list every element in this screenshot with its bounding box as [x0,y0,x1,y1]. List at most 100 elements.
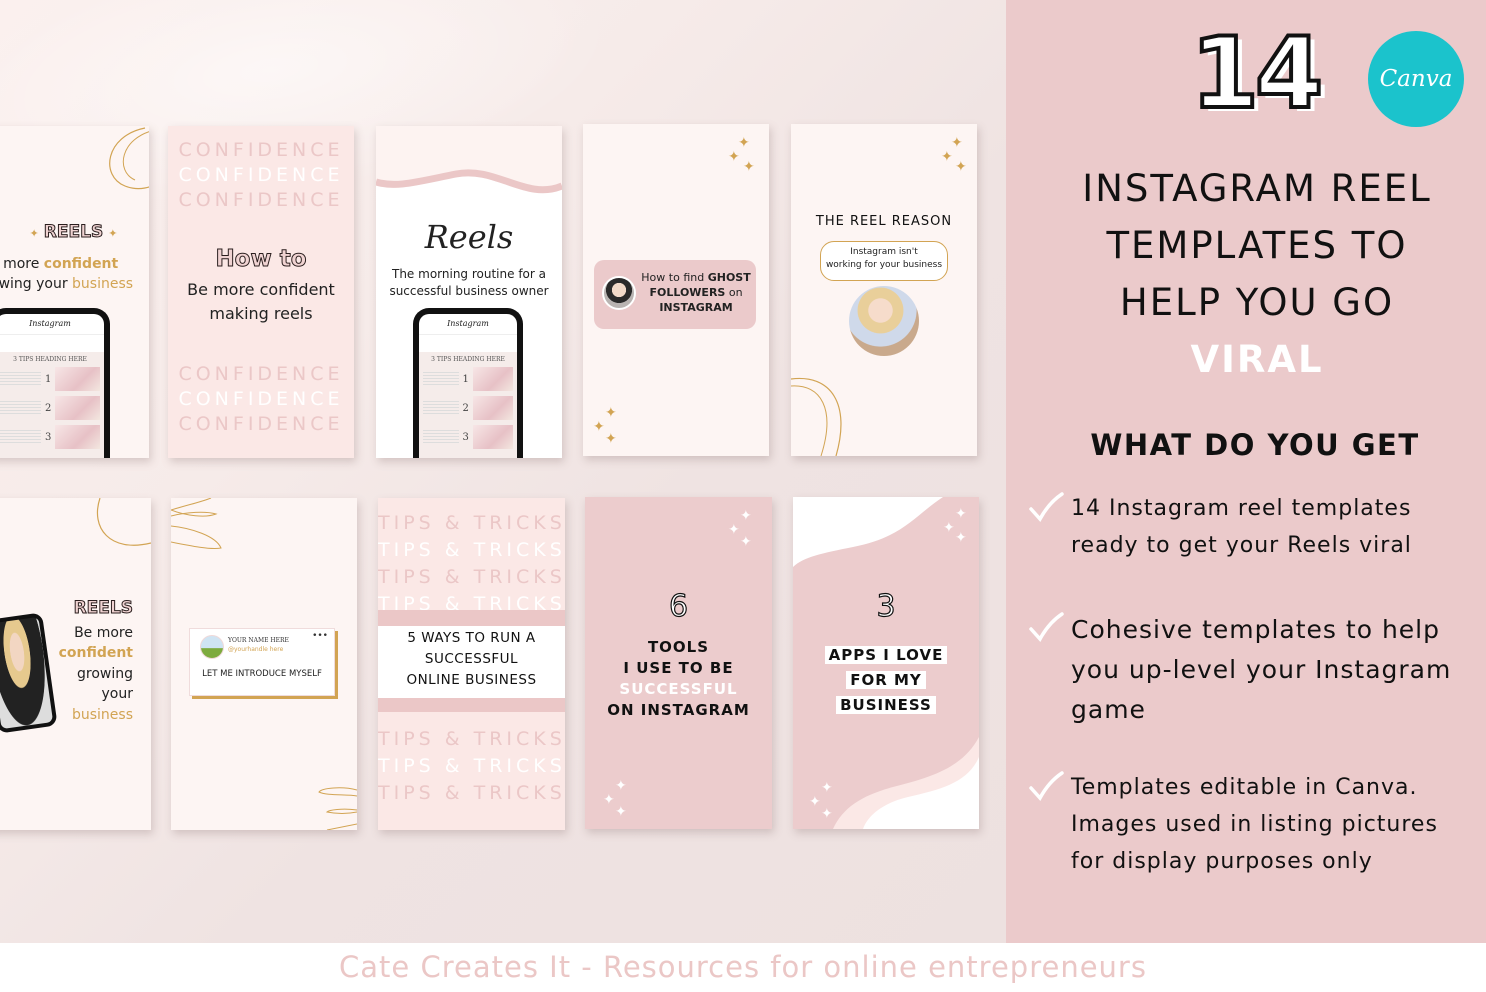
more-options-icon: ••• [312,631,328,641]
template-text-emphasis: business [72,276,134,292]
template-card-ghost-followers[interactable]: ✦ ✦ ✦ How to find GHOST FOLLOWERS on INS… [583,124,769,456]
template-text: BUSINESS [836,696,936,714]
template-card-reels-growing[interactable]: REELS Be more confident growing your bus… [0,498,151,830]
repeat-word: CONFIDENCE [178,164,344,186]
speech-bubble: Instagram isn't working for your busines… [820,241,948,281]
canva-logo-icon: Canva [1368,31,1464,127]
repeat-word: TIPS & TRICKS [378,755,565,777]
template-card-three-apps[interactable]: ✦ ✦ ✦ 3 APPS I LOVE FOR MY BUSINESS ✦ ✦ … [793,497,979,829]
reels-title: REELS [73,598,133,619]
sparkle-icon: ✦ [29,227,39,240]
repeat-word: TIPS & TRICKS [378,782,565,804]
template-text: your [101,686,133,702]
sparkle-icon: ✦ [943,520,955,536]
template-preview-area: ✦ REELS ✦ e more confident owing your bu… [0,0,1006,943]
checkmark-icon [1029,612,1064,642]
phone-mockup: Instagram 3 TIPS HEADING HERE 1 2 3 [413,308,523,458]
feature-text: game [1071,695,1146,724]
template-card-morning-routine[interactable]: Reels The morning routine for a successf… [376,126,562,458]
template-text: FOR MY [846,671,926,689]
template-text-emphasis: INSTAGRAM [659,301,733,314]
headline-line: TEMPLATES TO [1106,224,1408,267]
sparkle-icon: ✦ [821,806,833,822]
template-text-emphasis: confident [58,645,133,661]
template-text: making reels [209,304,313,323]
title-band: 5 WAYS TO RUN A SUCCESSFUL ONLINE BUSINE… [378,610,565,712]
template-text: on [725,286,743,299]
template-text: growing [77,665,133,682]
wave-decoration [376,126,562,194]
sparkle-icon: ✦ [603,792,615,808]
post-heading: 3 TIPS HEADING HERE [13,356,87,363]
profile-photo [849,286,919,356]
template-card-reel-reason[interactable]: ✦ ✦ ✦ THE REEL REASON Instagram isn't wo… [791,124,977,456]
template-card-tips-tricks[interactable]: TIPS & TRICKS TIPS & TRICKS TIPS & TRICK… [378,498,565,830]
sparkle-icon: ✦ [955,159,967,175]
phone-mockup: Instagram 3 TIPS HEADING HERE 1 2 3 [0,308,110,458]
headline: INSTAGRAM REEL TEMPLATES TO HELP YOU GO … [1022,160,1486,388]
headline-line: INSTAGRAM REEL [1082,167,1432,210]
ghost-followers-banner: How to find GHOST FOLLOWERS on INSTAGRAM [594,260,756,329]
sparkle-icon: ✦ [728,522,740,538]
instagram-logo: Instagram [0,314,104,335]
gold-swirl-decoration [791,377,842,456]
sparkle-icon: ✦ [955,530,967,546]
repeat-word: CONFIDENCE [178,139,344,161]
template-text: ONLINE BUSINESS [406,672,537,688]
canva-logo-text: Canva [1379,66,1453,92]
sparkle-icon: ✦ [728,149,740,165]
template-text-emphasis: business [71,706,133,723]
repeat-word: TIPS & TRICKS [378,512,565,534]
template-card-how-to-confident[interactable]: CONFIDENCE CONFIDENCE CONFIDENCE How to … [168,126,354,458]
template-card-reels-confident[interactable]: ✦ REELS ✦ e more confident owing your bu… [0,126,149,458]
repeat-word: CONFIDENCE [178,388,344,410]
checkmark-icon [1029,492,1064,522]
sparkle-icon: ✦ [941,149,953,165]
repeat-word: TIPS & TRICKS [378,539,565,561]
feature-text: Cohesive templates to help [1071,615,1440,644]
repeat-word: TIPS & TRICKS [378,566,565,588]
template-card-six-tools[interactable]: ✦ ✦ ✦ 6 TOOLS I USE TO BE SUCCESSFUL ON … [585,497,772,829]
sparkle-icon: ✦ [951,135,963,151]
bubble-text: Instagram isn't [850,247,918,257]
sparkle-icon: ✦ [605,431,617,447]
template-text: Be more confident [187,280,335,299]
post-heading: 3 TIPS HEADING HERE [431,356,505,363]
repeat-word: TIPS & TRICKS [378,728,565,750]
gold-swirl-decoration [96,498,151,546]
sparkle-icon: ✦ [615,804,627,820]
sparkle-icon: ✦ [615,778,627,794]
template-text: SUCCESSFUL [424,651,519,667]
sparkle-icon: ✦ [809,794,821,810]
template-text: The morning routine for a [392,267,546,281]
how-to-title: How to [215,246,307,273]
sparkle-icon: ✦ [740,508,752,524]
gold-swirl-decoration [109,127,149,190]
feature-text: Images used in listing pictures [1071,812,1438,837]
sparkle-icon: ✦ [738,135,750,151]
template-text-emphasis: confident [43,256,119,272]
template-text: 5 WAYS TO RUN A [407,630,536,646]
template-text: I USE TO BE [623,659,734,677]
repeat-word: CONFIDENCE [178,189,344,211]
social-post-card: YOUR NAME HERE @yourhandle here ••• LET … [189,628,335,696]
template-text: e more [0,256,40,272]
template-card-introduce-myself[interactable]: YOUR NAME HERE @yourhandle here ••• LET … [171,498,357,830]
sparkle-icon: ✦ [593,419,605,435]
avatar [602,276,636,310]
post-text: LET ME INTRODUCE MYSELF [202,669,322,679]
template-text: TOOLS [647,638,710,656]
reel-reason-title: THE REEL REASON [815,214,953,229]
avatar [200,635,224,659]
repeat-word: CONFIDENCE [178,413,344,435]
phone-mockup [0,612,58,734]
footer: Cate Creates It - Resources for online e… [0,943,1486,992]
portrait-photo [0,616,54,730]
footer-tagline: Cate Creates It - Resources for online e… [339,950,1147,984]
post-author-handle: @yourhandle here [228,646,284,653]
template-count: 14 [1189,17,1325,131]
headline-highlight: VIRAL [1190,338,1324,381]
post-author-name: YOUR NAME HERE [228,637,289,644]
sparkle-icon: ✦ [108,227,118,240]
template-text: How to find [641,271,708,284]
